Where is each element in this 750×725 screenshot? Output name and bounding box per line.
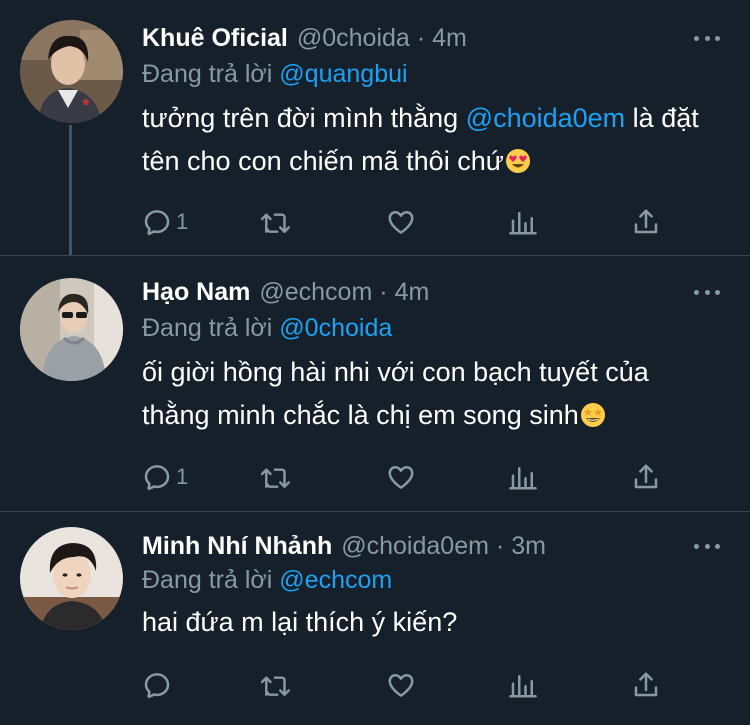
separator-dot: ·	[379, 278, 388, 306]
reply-count: 1	[176, 464, 189, 489]
share-icon	[634, 672, 658, 697]
reply-icon	[144, 465, 170, 491]
share-button[interactable]	[631, 459, 661, 495]
more-icon[interactable]	[694, 542, 720, 550]
retweet-icon	[260, 676, 290, 696]
share-icon	[634, 464, 658, 489]
display-name[interactable]: Hạo Nam	[142, 276, 250, 308]
separator-dot: ·	[416, 24, 426, 52]
tweet[interactable]: Khuê Oficial @0choida · 4m Đang trả lời …	[0, 0, 750, 256]
analytics-icon	[509, 675, 537, 698]
reply-button[interactable]	[142, 667, 176, 703]
tweet-mention[interactable]: @choida0em	[466, 103, 626, 133]
tweet-text-part: hai đứa m lại thích ý kiến?	[142, 607, 458, 637]
display-name[interactable]: Minh Nhí Nhảnh	[142, 530, 332, 562]
replying-to: Đang trả lời @echcom	[142, 564, 392, 596]
retweet-button[interactable]	[259, 459, 293, 495]
like-button[interactable]	[385, 667, 417, 703]
replying-to-mention[interactable]: @echcom	[279, 566, 392, 594]
replying-to: Đang trả lời @quangbui	[142, 58, 408, 90]
heart-icon	[388, 466, 414, 489]
replying-to-label: Đang trả lời	[142, 60, 273, 88]
tweet-header: Khuê Oficial @0choida · 4m	[142, 22, 467, 54]
tweet[interactable]: Minh Nhí Nhảnh @choida0em · 3m Đang trả …	[0, 512, 750, 725]
avatar-photo	[20, 278, 123, 381]
user-handle[interactable]: @0choida	[297, 22, 410, 54]
avatar[interactable]	[20, 527, 123, 630]
tweet[interactable]: Hạo Nam @echcom · 4m Đang trả lời @0choi…	[0, 256, 750, 512]
share-button[interactable]	[631, 667, 661, 703]
display-name[interactable]: Khuê Oficial	[142, 22, 288, 54]
like-button[interactable]	[385, 204, 417, 240]
tweet-text: tưởng trên đời mình thằng @choida0em là …	[142, 97, 722, 187]
separator-dot: ·	[495, 532, 505, 560]
reply-button[interactable]: 1	[142, 459, 188, 495]
replying-to-mention[interactable]: @0choida	[279, 314, 392, 342]
tweet-header: Hạo Nam @echcom · 4m	[142, 276, 429, 308]
analytics-button[interactable]	[508, 667, 538, 703]
user-handle[interactable]: @echcom	[259, 276, 372, 308]
user-handle[interactable]: @choida0em	[341, 530, 489, 562]
avatar-photo	[20, 527, 123, 630]
tweet-text: ối giời hồng hài nhi với con bạch tuyết …	[142, 351, 722, 441]
heart-icon	[388, 211, 414, 234]
timestamp[interactable]: 4m	[432, 22, 467, 54]
tweet-text-part: tưởng trên đời mình thằng	[142, 103, 466, 133]
tweet-actions	[142, 667, 672, 703]
avatar[interactable]	[20, 278, 123, 381]
like-button[interactable]	[385, 459, 417, 495]
retweet-button[interactable]	[259, 204, 293, 240]
avatar-photo	[20, 20, 123, 123]
replying-to-mention[interactable]: @quangbui	[279, 60, 407, 88]
more-icon[interactable]	[694, 288, 720, 296]
replying-to-label: Đang trả lời	[142, 566, 273, 594]
replying-to-label: Đang trả lời	[142, 314, 273, 342]
share-icon	[634, 209, 658, 234]
reply-icon	[144, 673, 170, 699]
analytics-icon	[509, 212, 537, 235]
star-struck-emoji-icon	[580, 398, 606, 441]
avatar[interactable]	[20, 20, 123, 123]
analytics-button[interactable]	[508, 459, 538, 495]
reply-icon	[144, 210, 170, 236]
reply-button[interactable]: 1	[142, 204, 188, 240]
more-icon[interactable]	[694, 34, 720, 42]
timestamp[interactable]: 4m	[395, 276, 430, 308]
heart-eyes-emoji-icon	[505, 144, 531, 187]
replying-to: Đang trả lời @0choida	[142, 312, 392, 344]
tweet-actions: 1	[142, 204, 672, 240]
tweet-text-part: ối giời hồng hài nhi với con bạch tuyết …	[142, 357, 649, 430]
retweet-icon	[260, 213, 290, 233]
timestamp[interactable]: 3m	[511, 530, 546, 562]
retweet-icon	[260, 468, 290, 488]
analytics-icon	[509, 467, 537, 490]
retweet-button[interactable]	[259, 667, 293, 703]
reply-count: 1	[176, 209, 189, 234]
analytics-button[interactable]	[508, 204, 538, 240]
heart-icon	[388, 674, 414, 697]
share-button[interactable]	[631, 204, 661, 240]
tweet-text: hai đứa m lại thích ý kiến?	[142, 601, 722, 644]
tweet-header: Minh Nhí Nhảnh @choida0em · 3m	[142, 530, 546, 562]
tweet-actions: 1	[142, 459, 672, 495]
